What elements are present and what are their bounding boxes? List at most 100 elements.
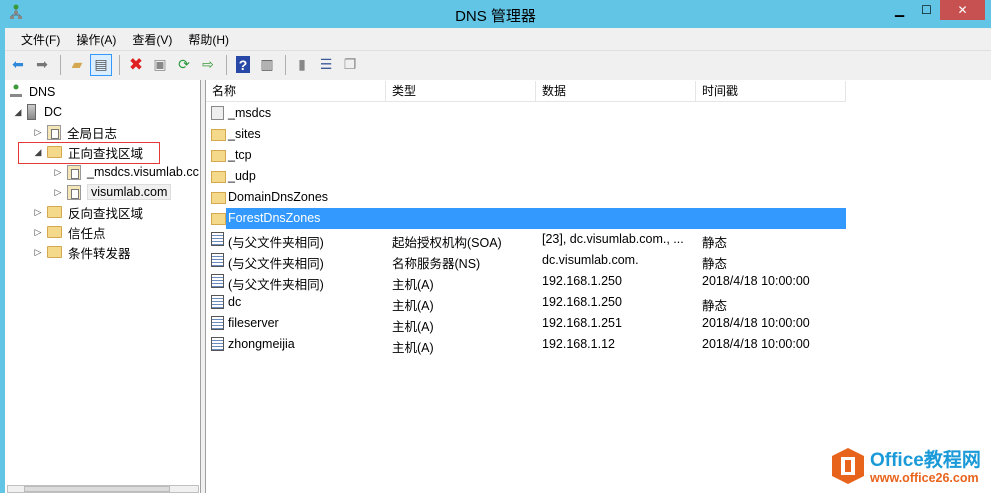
expand-icon[interactable]: ▷: [33, 207, 43, 218]
expand-icon[interactable]: ▷: [33, 227, 43, 238]
cell-data: 192.168.1.12: [542, 337, 615, 351]
back-icon[interactable]: ⬅: [7, 54, 29, 76]
tree-label: DC: [44, 105, 63, 119]
toolbar-separator: [285, 54, 286, 75]
server-icon: [27, 104, 36, 120]
help-icon[interactable]: ?: [232, 54, 254, 76]
cell-name: fileserver: [228, 316, 279, 330]
menu-bar: 文件(F) 操作(A) 查看(V) 帮助(H): [5, 28, 991, 50]
folder-icon: [211, 171, 226, 183]
refresh-icon[interactable]: ⟳: [173, 54, 195, 76]
minimize-button[interactable]: ▁: [886, 0, 913, 20]
toolbar-separator: [60, 54, 61, 75]
watermark-brand: Office教程网: [870, 448, 981, 471]
menu-help[interactable]: 帮助(H): [180, 31, 237, 48]
folder-icon: [47, 246, 62, 258]
main-window: 文件(F) 操作(A) 查看(V) 帮助(H) ⬅ ➡ ▰ ▤ ✖ ▣ ⟳ ⇨ …: [5, 28, 991, 493]
collapse-icon[interactable]: ◢: [13, 107, 23, 118]
export-icon[interactable]: ⇨: [197, 54, 219, 76]
record-icon: [211, 316, 224, 330]
expand-icon[interactable]: ▷: [33, 247, 43, 258]
expand-icon[interactable]: ▷: [33, 127, 43, 138]
table-row[interactable]: (与父文件夹相同) 名称服务器(NS) dc.visumlab.com. 静态: [206, 250, 846, 271]
tree-item-conditional-forwarders[interactable]: ▷ 条件转发器: [33, 242, 131, 262]
cell-ts: 2018/4/18 10:00:00: [702, 274, 810, 288]
table-row[interactable]: fileserver 主机(A) 192.168.1.251 2018/4/18 10…: [206, 313, 846, 334]
folder-icon: [47, 206, 62, 218]
table-row[interactable]: DomainDnsZones: [206, 187, 846, 208]
table-row[interactable]: (与父文件夹相同) 主机(A) 192.168.1.250 2018/4/18 10:…: [206, 271, 846, 292]
cell-type: 起始授权机构(SOA): [392, 236, 502, 250]
tree-item-reverse-lookup-zones[interactable]: ▷ 反向查找区域: [33, 202, 143, 222]
table-row[interactable]: _msdcs: [206, 103, 846, 124]
table-row[interactable]: _udp: [206, 166, 846, 187]
tree-label: 信任点: [68, 226, 106, 241]
tree-item-global-logs[interactable]: ▷ 全局日志: [33, 122, 117, 142]
cell-ts: 静态: [702, 299, 728, 313]
menu-action[interactable]: 操作(A): [68, 31, 124, 48]
table-row[interactable]: _sites: [206, 124, 846, 145]
table-row[interactable]: _tcp: [206, 145, 846, 166]
tree-label: 条件转发器: [68, 246, 131, 261]
properties-icon[interactable]: ▣: [149, 54, 171, 76]
table-row[interactable]: dc 主机(A) 192.168.1.250 静态: [206, 292, 846, 313]
tree-server-dc[interactable]: ◢ DC: [13, 102, 62, 122]
cell-data: dc.visumlab.com.: [542, 253, 639, 267]
forward-icon[interactable]: ➡: [31, 54, 53, 76]
zone-icon: [67, 184, 81, 200]
toolbar-separator: [226, 54, 227, 75]
maximize-button[interactable]: ☐: [913, 0, 940, 20]
record-icon[interactable]: ☰: [315, 54, 337, 76]
watermark-url: www.office26.com: [869, 471, 979, 485]
folder-icon: [211, 150, 226, 162]
horizontal-scrollbar[interactable]: [7, 485, 199, 493]
close-button[interactable]: ✕: [940, 0, 985, 20]
column-header-name[interactable]: 名称: [206, 81, 386, 102]
cell-data: [23], dc.visumlab.com., ...: [542, 232, 684, 246]
cell-name: _sites: [228, 127, 261, 141]
tree-label: _msdcs.visumlab.cc: [87, 165, 199, 179]
table-row[interactable]: (与父文件夹相同) 起始授权机构(SOA) [23], dc.visumlab.co…: [206, 229, 846, 250]
up-folder-icon[interactable]: ▰: [66, 54, 88, 76]
menu-view[interactable]: 查看(V): [124, 31, 180, 48]
tree-root-dns[interactable]: DNS: [9, 82, 55, 102]
cell-name: DomainDnsZones: [228, 190, 329, 204]
tree-label: DNS: [29, 85, 56, 99]
cell-data: 192.168.1.250: [542, 274, 622, 288]
cell-data: 192.168.1.251: [542, 316, 622, 330]
cell-type: 主机(A): [392, 278, 434, 292]
title-bar: DNS 管理器 ▁ ☐ ✕: [0, 0, 991, 28]
menu-file[interactable]: 文件(F): [13, 31, 68, 48]
tree-item-msdcs-zone[interactable]: ▷ _msdcs.visumlab.cc: [53, 162, 199, 182]
show-hide-tree-icon[interactable]: ▤: [90, 53, 112, 76]
window-title: DNS 管理器: [455, 8, 536, 25]
cell-data: 192.168.1.250: [542, 295, 622, 309]
delete-icon[interactable]: ✖: [125, 54, 147, 76]
log-icon: [47, 124, 61, 140]
tree-item-visumlab-zone[interactable]: ▷ visumlab.com: [53, 182, 172, 202]
cell-type: 名称服务器(NS): [392, 257, 481, 271]
record-icon: [211, 274, 224, 288]
column-header-type[interactable]: 类型: [386, 81, 536, 102]
copy-icon[interactable]: ❐: [339, 54, 361, 76]
server-icon[interactable]: ▮: [291, 54, 313, 76]
scrollbar-thumb[interactable]: [24, 486, 170, 492]
dns-icon: [10, 84, 22, 97]
office26-watermark-logo: Office教程网 www.office26.com: [832, 448, 981, 485]
expand-icon[interactable]: ▷: [53, 167, 63, 178]
folder-icon: [211, 192, 226, 204]
column-header-data[interactable]: 数据: [536, 81, 696, 102]
cell-ts: 2018/4/18 10:00:00: [702, 337, 810, 351]
record-icon: [211, 295, 224, 309]
cell-name: zhongmeijia: [228, 337, 295, 351]
table-row[interactable]: ForestDnsZones: [211, 208, 846, 229]
column-header-timestamp[interactable]: 时间戳: [696, 81, 846, 102]
highlight-box: [18, 142, 160, 164]
table-row[interactable]: zhongmeijia 主机(A) 192.168.1.12 2018/4/18 10…: [206, 334, 846, 355]
action-pane-icon[interactable]: ▥: [256, 54, 278, 76]
folder-icon: [47, 226, 62, 238]
tree-item-trust-points[interactable]: ▷ 信任点: [33, 222, 106, 242]
tree-label: 反向查找区域: [68, 206, 144, 221]
expand-icon[interactable]: ▷: [53, 187, 63, 198]
cell-ts: 静态: [702, 236, 728, 250]
